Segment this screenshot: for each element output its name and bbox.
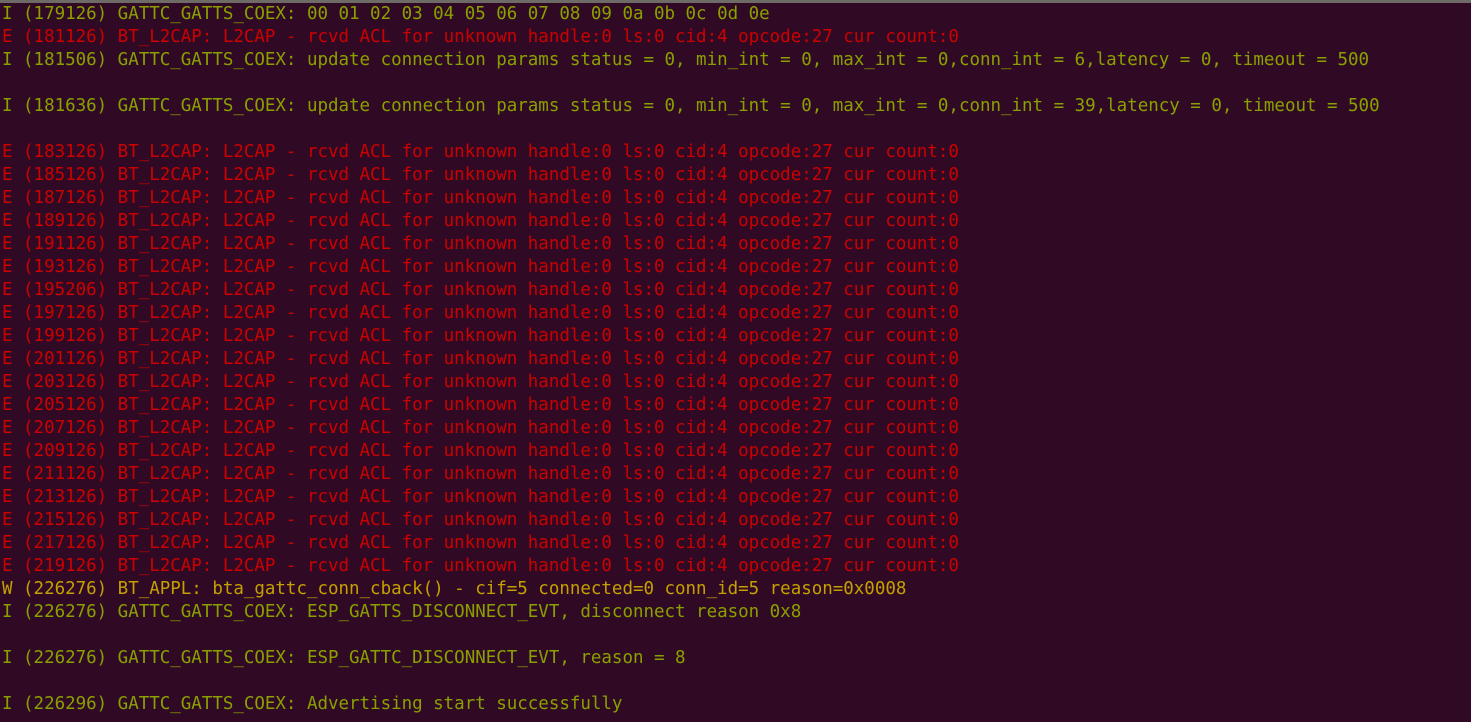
log-line: E (199126) BT_L2CAP: L2CAP - rcvd ACL fo… [2,326,959,346]
log-blank-line [2,72,1471,95]
log-line: I (181636) GATTC_GATTS_COEX: update conn… [2,96,1380,116]
log-blank-line [2,670,1471,693]
log-line: E (189126) BT_L2CAP: L2CAP - rcvd ACL fo… [2,211,959,231]
terminal-window[interactable]: I (179126) GATTC_GATTS_COEX: 00 01 02 03… [0,0,1471,722]
log-line: I (226276) GATTC_GATTS_COEX: ESP_GATTS_D… [2,602,802,622]
window-top-edge-strip [0,0,1471,3]
log-line: E (215126) BT_L2CAP: L2CAP - rcvd ACL fo… [2,510,959,530]
log-line: E (211126) BT_L2CAP: L2CAP - rcvd ACL fo… [2,464,959,484]
log-line: E (219126) BT_L2CAP: L2CAP - rcvd ACL fo… [2,556,959,576]
log-line: W (226276) BT_APPL: bta_gattc_conn_cback… [2,579,907,599]
log-blank-line [2,118,1471,141]
log-line: I (226276) GATTC_GATTS_COEX: ESP_GATTC_D… [2,648,686,668]
log-line: E (181126) BT_L2CAP: L2CAP - rcvd ACL fo… [2,27,959,47]
log-output-area: I (179126) GATTC_GATTS_COEX: 00 01 02 03… [0,3,1471,716]
log-line: E (187126) BT_L2CAP: L2CAP - rcvd ACL fo… [2,188,959,208]
log-line: I (226296) GATTC_GATTS_COEX: Advertising… [2,694,623,714]
log-line: E (209126) BT_L2CAP: L2CAP - rcvd ACL fo… [2,441,959,461]
log-line: I (179126) GATTC_GATTS_COEX: 00 01 02 03… [2,4,770,24]
log-line: E (183126) BT_L2CAP: L2CAP - rcvd ACL fo… [2,142,959,162]
log-line: I (181506) GATTC_GATTS_COEX: update conn… [2,50,1370,70]
log-line: E (213126) BT_L2CAP: L2CAP - rcvd ACL fo… [2,487,959,507]
log-line: E (191126) BT_L2CAP: L2CAP - rcvd ACL fo… [2,234,959,254]
log-line: E (207126) BT_L2CAP: L2CAP - rcvd ACL fo… [2,418,959,438]
log-line: E (185126) BT_L2CAP: L2CAP - rcvd ACL fo… [2,165,959,185]
log-line: E (193126) BT_L2CAP: L2CAP - rcvd ACL fo… [2,257,959,277]
log-line: E (205126) BT_L2CAP: L2CAP - rcvd ACL fo… [2,395,959,415]
log-blank-line [2,624,1471,647]
log-line: E (195206) BT_L2CAP: L2CAP - rcvd ACL fo… [2,280,959,300]
log-line: E (201126) BT_L2CAP: L2CAP - rcvd ACL fo… [2,349,959,369]
log-line: E (203126) BT_L2CAP: L2CAP - rcvd ACL fo… [2,372,959,392]
log-line: E (197126) BT_L2CAP: L2CAP - rcvd ACL fo… [2,303,959,323]
log-line: E (217126) BT_L2CAP: L2CAP - rcvd ACL fo… [2,533,959,553]
